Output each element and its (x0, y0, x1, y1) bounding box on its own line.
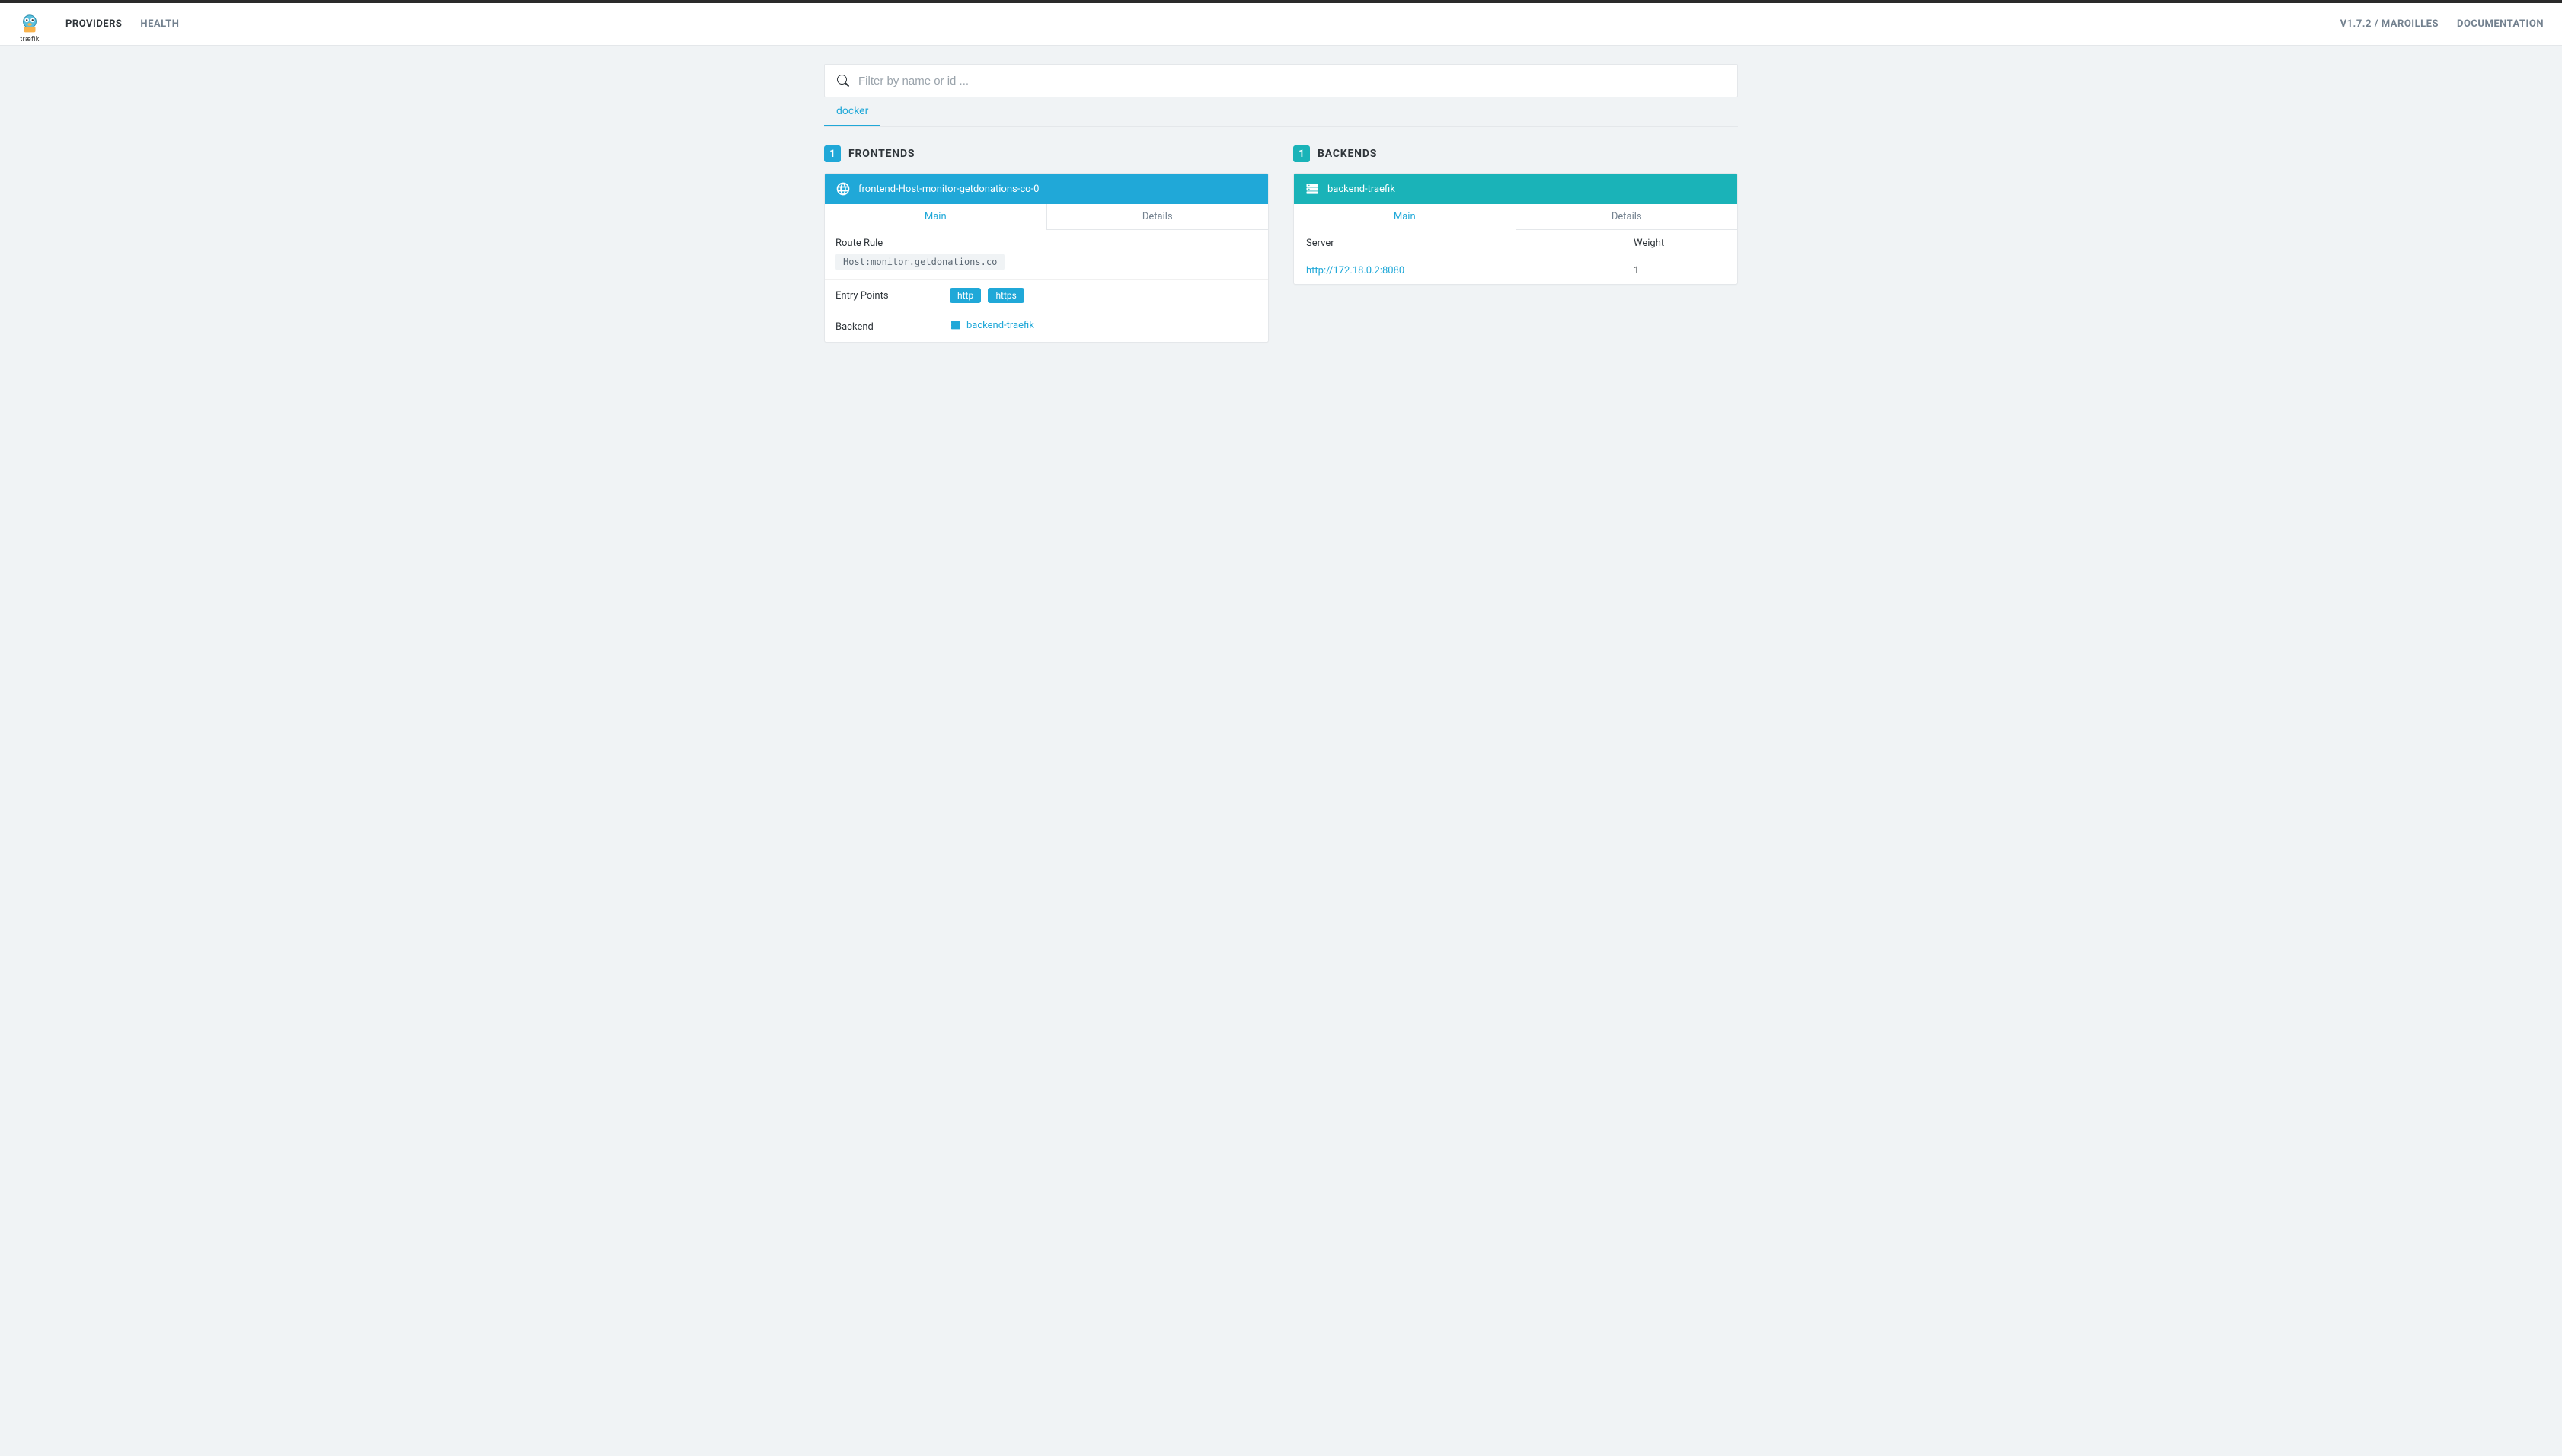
route-rule-label: Route Rule (835, 238, 1257, 249)
frontend-tab-details[interactable]: Details (1046, 204, 1269, 230)
top-nav-right: V1.7.2 / MAROILLES Documentation (2340, 18, 2544, 30)
frontends-column: 1 Frontends frontend-Host-monitor-getdon… (824, 145, 1269, 343)
frontend-name: frontend-Host-monitor-getdonations-co-0 (858, 184, 1039, 195)
backend-tab-details[interactable]: Details (1516, 204, 1738, 230)
columns: 1 Frontends frontend-Host-monitor-getdon… (824, 145, 1738, 343)
search-bar (824, 64, 1738, 97)
backend-table-head: Server Weight (1294, 230, 1737, 257)
backend-link-text: backend-traefik (966, 320, 1034, 331)
traefik-logo[interactable]: træfik (18, 13, 41, 36)
backend-name: backend-traefik (1327, 184, 1395, 195)
backends-title: Backends (1318, 148, 1377, 160)
backend-server-row: http://172.18.0.2:8080 1 (1294, 257, 1737, 284)
gopher-icon (18, 13, 41, 36)
col-server-header: Server (1306, 238, 1634, 249)
nav-documentation[interactable]: Documentation (2457, 18, 2544, 30)
main-container: docker 1 Frontends frontend-Host-monitor… (824, 46, 1738, 361)
backend-card-body: Server Weight http://172.18.0.2:8080 1 (1294, 230, 1737, 284)
frontends-title: Frontends (848, 148, 915, 160)
search-icon (837, 75, 849, 87)
entry-point-pill: https (988, 288, 1024, 303)
frontend-tab-main[interactable]: Main (825, 204, 1046, 230)
backends-column: 1 Backends backend-traefik Main D (1293, 145, 1738, 343)
backend-card-header: backend-traefik (1294, 174, 1737, 204)
frontend-card-header: frontend-Host-monitor-getdonations-co-0 (825, 174, 1268, 204)
route-rule-code: Host:monitor.getdonations.co (835, 254, 1005, 270)
nav-health[interactable]: Health (140, 18, 179, 30)
top-nav-left: træfik Providers Health (18, 13, 179, 36)
search-input[interactable] (858, 75, 1725, 88)
backend-row: Backend backend-traefik (825, 311, 1268, 342)
server-icon (1305, 181, 1320, 196)
backend-link[interactable]: backend-traefik (950, 319, 1034, 331)
globe-icon (835, 181, 851, 196)
tab-docker[interactable]: docker (824, 97, 880, 126)
frontends-count-badge: 1 (824, 145, 841, 162)
entry-point-pill: http (950, 288, 981, 303)
provider-tabs: docker (824, 97, 1738, 127)
backend-tab-main[interactable]: Main (1294, 204, 1516, 230)
server-icon (950, 319, 962, 331)
logo-text: træfik (18, 36, 41, 43)
backend-card: backend-traefik Main Details Server Weig… (1293, 173, 1738, 285)
backends-head: 1 Backends (1293, 145, 1738, 162)
backends-count-badge: 1 (1293, 145, 1310, 162)
nav-providers[interactable]: Providers (65, 18, 122, 30)
server-weight: 1 (1634, 265, 1725, 276)
entry-points-label: Entry Points (835, 290, 950, 302)
entry-points-row: Entry Points http https (825, 279, 1268, 311)
route-rule-block: Route Rule Host:monitor.getdonations.co (825, 230, 1268, 279)
frontends-head: 1 Frontends (824, 145, 1269, 162)
backend-label: Backend (835, 321, 950, 333)
backend-card-tabs: Main Details (1294, 204, 1737, 230)
nav-version[interactable]: V1.7.2 / MAROILLES (2340, 18, 2439, 30)
server-url[interactable]: http://172.18.0.2:8080 (1306, 265, 1634, 276)
frontend-card: frontend-Host-monitor-getdonations-co-0 … (824, 173, 1269, 343)
top-nav: træfik Providers Health V1.7.2 / MAROILL… (0, 3, 2562, 46)
col-weight-header: Weight (1634, 238, 1725, 249)
entry-points-values: http https (950, 288, 1257, 303)
frontend-card-tabs: Main Details (825, 204, 1268, 230)
frontend-card-body: Route Rule Host:monitor.getdonations.co … (825, 230, 1268, 342)
